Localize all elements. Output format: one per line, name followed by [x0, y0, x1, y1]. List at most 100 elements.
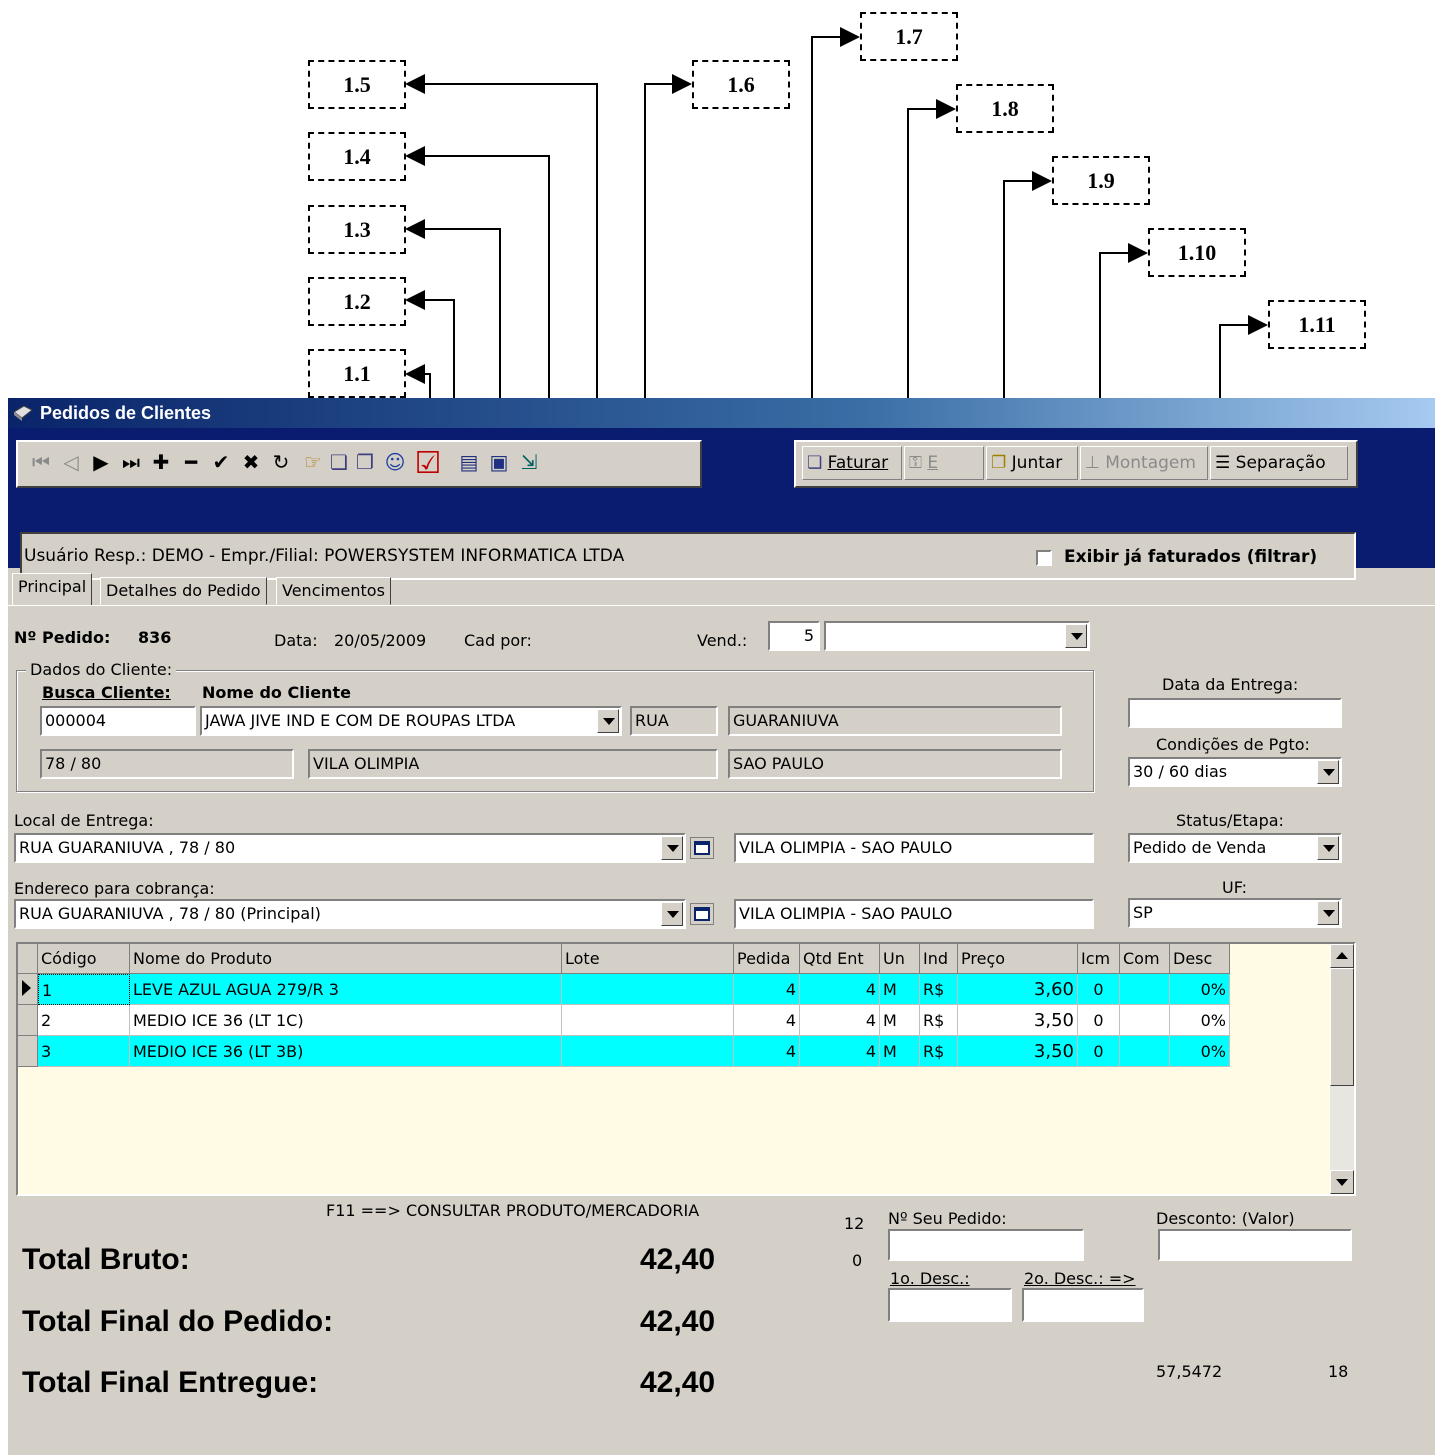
chevron-down-icon[interactable] [1317, 760, 1339, 784]
tab-strip: Principal Detalhes do Pedido Vencimentos [8, 573, 1435, 606]
exit-icon[interactable]: ⇲ [516, 448, 542, 476]
nome-cliente-label: Nome do Cliente [202, 683, 351, 702]
window-icon [13, 405, 33, 421]
refresh-icon[interactable]: ↻ [268, 448, 294, 476]
invoice-icon: ❏ [807, 453, 823, 473]
montagem-button[interactable]: ⊥ Montagem [1080, 446, 1208, 480]
delivery-date-label: Data da Entrega: [1162, 675, 1299, 694]
show-billed-checkbox[interactable] [1036, 550, 1052, 566]
merge-icon: ❐ [991, 453, 1007, 473]
separacao-button[interactable]: ☰ Separação [1210, 446, 1348, 480]
user-info-text: Usuário Resp.: DEMO - Empr./Filial: POWE… [24, 546, 625, 566]
client-name-combo[interactable]: JAWA JIVE IND E COM DE ROUPAS LTDA [200, 706, 622, 736]
callout-1-8: 1.8 [956, 84, 1054, 133]
vend-code-field[interactable]: 5 [768, 621, 820, 651]
callout-1-5: 1.5 [308, 60, 406, 109]
juntar-button[interactable]: ❐ Juntar [986, 446, 1078, 480]
client-code-field[interactable]: 000004 [40, 706, 196, 736]
uf-label: UF: [1222, 878, 1248, 897]
pointing-hand-icon[interactable]: ☞ [300, 448, 326, 476]
window-list-icon[interactable]: ▣ [486, 448, 512, 476]
chevron-down-icon[interactable] [1317, 901, 1339, 925]
window-title: Pedidos de Clientes [40, 403, 212, 423]
form-icon[interactable]: ▤ [456, 448, 482, 476]
action-toolbar: ❏ Faturar ⚿ E ❐ Juntar ⊥ Montagem ☰ Sepa… [794, 440, 1358, 488]
show-billed-label[interactable]: Exibir já faturados (filtrar) [1064, 547, 1317, 567]
chevron-down-icon[interactable] [1065, 624, 1087, 648]
row-indicator[interactable] [18, 1005, 38, 1036]
col-header-lote[interactable]: Lote [562, 944, 734, 974]
billing-address-combo[interactable]: RUA GUARANIUVA , 78 / 80 (Principal) [14, 899, 686, 929]
payment-terms-combo[interactable]: 30 / 60 dias [1128, 757, 1342, 787]
last-record-icon[interactable]: ⏭ [118, 448, 144, 476]
table-row[interactable]: 3 MEDIO ICE 36 (LT 3B) 4 4 M R$ 3,50 0 0… [38, 1036, 1230, 1067]
e-button[interactable]: ⚿ E [904, 446, 984, 480]
insert-record-icon[interactable]: ✚ [148, 448, 174, 476]
scroll-up-icon[interactable] [1330, 944, 1354, 968]
col-header-pedida[interactable]: Pedida [734, 944, 800, 974]
copy-order-alt-icon[interactable]: ❐ [352, 448, 378, 476]
desconto-valor-label: Desconto: (Valor) [1156, 1209, 1295, 1228]
col-header-codigo[interactable]: Código [38, 944, 130, 974]
col-header-desc[interactable]: Desc [1170, 944, 1230, 974]
next-record-icon[interactable]: ▶ [88, 448, 114, 476]
total-final-entregue-value: 42,40 [640, 1366, 716, 1399]
date-label: Data: [274, 631, 318, 650]
cancel-edit-icon[interactable]: ✖ [238, 448, 264, 476]
billing-address-lookup-icon[interactable] [690, 903, 714, 925]
tab-principal[interactable]: Principal [12, 573, 93, 605]
delivery-date-field[interactable] [1128, 698, 1342, 728]
post-record-icon[interactable]: ✔ [208, 448, 234, 476]
chevron-down-icon[interactable] [661, 902, 683, 926]
seu-pedido-field[interactable] [888, 1229, 1084, 1261]
table-row[interactable]: 2 MEDIO ICE 36 (LT 1C) 4 4 M R$ 3,50 0 0… [38, 1005, 1230, 1036]
grid-corner [18, 944, 38, 974]
col-header-ind[interactable]: Ind [920, 944, 958, 974]
status-combo[interactable]: Pedido de Venda [1128, 833, 1342, 863]
first-discount-field[interactable] [888, 1288, 1012, 1322]
callout-1-6: 1.6 [692, 60, 790, 109]
chevron-down-icon[interactable] [1317, 836, 1339, 860]
chevron-down-icon[interactable] [597, 709, 619, 733]
status-label: Status/Etapa: [1176, 811, 1284, 830]
grid-vertical-scrollbar[interactable] [1330, 944, 1354, 1194]
col-header-un[interactable]: Un [880, 944, 920, 974]
callout-1-10: 1.10 [1148, 228, 1246, 277]
first-record-icon[interactable]: ⏮ [28, 448, 54, 476]
district-field: VILA OLIMPIA [308, 749, 718, 779]
callout-1-3: 1.3 [308, 205, 406, 254]
tab-vencimentos[interactable]: Vencimentos [276, 577, 391, 605]
prior-record-icon[interactable]: ◁ [58, 448, 84, 476]
col-header-preco[interactable]: Preço [958, 944, 1078, 974]
nav-toolbar: ⏮ ◁ ▶ ⏭ ✚ ━ ✔ ✖ ↻ ☞ ❏ ❐ ☺ ☑ ▤ ▣ ⇲ [16, 440, 702, 488]
faturar-button[interactable]: ❏ Faturar [802, 446, 902, 480]
order-number-label: Nº Pedido: [14, 628, 111, 647]
delivery-address-lookup-icon[interactable] [690, 837, 714, 859]
col-header-nome-produto[interactable]: Nome do Produto [130, 944, 562, 974]
row-indicator[interactable] [18, 1036, 38, 1067]
col-header-qtd-ent[interactable]: Qtd Ent [800, 944, 880, 974]
scroll-down-icon[interactable] [1330, 1170, 1354, 1194]
desconto-valor-field[interactable] [1158, 1229, 1352, 1261]
person-icon[interactable]: ☺ [382, 448, 408, 476]
delete-record-icon[interactable]: ━ [178, 448, 204, 476]
delivery-location-label: Local de Entrega: [14, 811, 154, 830]
col-header-icm[interactable]: Icm [1078, 944, 1120, 974]
value-a: 57,5472 [1156, 1362, 1223, 1381]
uf-combo[interactable]: SP [1128, 898, 1342, 928]
total-bruto-value: 42,40 [640, 1243, 716, 1276]
checklist-icon[interactable]: ☑ [408, 442, 448, 486]
col-header-com[interactable]: Com [1120, 944, 1170, 974]
order-date: 20/05/2009 [334, 631, 427, 650]
toolbar-band: ⏮ ◁ ▶ ⏭ ✚ ━ ✔ ✖ ↻ ☞ ❏ ❐ ☺ ☑ ▤ ▣ ⇲ ❏ Fatu… [8, 428, 1435, 580]
copy-order-icon[interactable]: ❏ [326, 448, 352, 476]
chevron-down-icon[interactable] [661, 836, 683, 860]
scroll-thumb[interactable] [1330, 968, 1354, 1086]
delivery-address-combo[interactable]: RUA GUARANIUVA , 78 / 80 [14, 833, 686, 863]
table-row[interactable]: 1 LEVE AZUL AGUA 279/R 3 4 4 M R$ 3,60 0… [38, 974, 1230, 1005]
row-indicator-current[interactable] [18, 974, 38, 1005]
tab-detalhes-do-pedido[interactable]: Detalhes do Pedido [100, 577, 267, 605]
product-grid[interactable]: Código Nome do Produto Lote Pedida Qtd E… [16, 942, 1356, 1196]
second-discount-field[interactable] [1022, 1288, 1144, 1322]
vend-name-combo[interactable] [824, 621, 1090, 651]
